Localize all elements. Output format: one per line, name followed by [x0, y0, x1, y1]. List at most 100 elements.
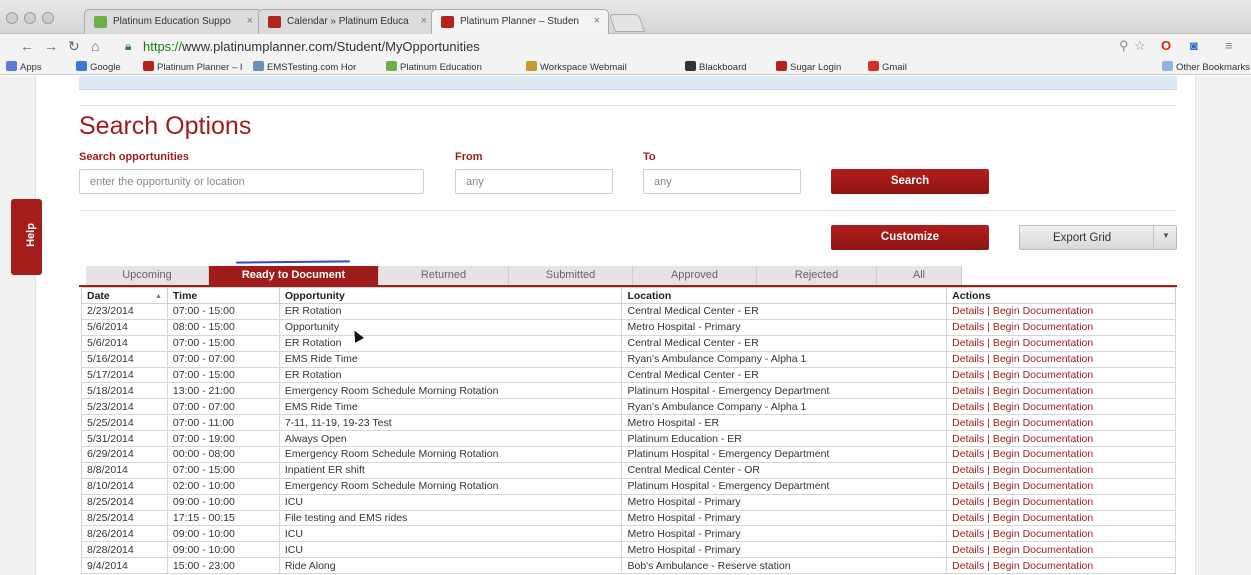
- extension-icon[interactable]: ◙: [1190, 38, 1198, 53]
- row-actions-links[interactable]: Details | Begin Documentation: [952, 433, 1093, 445]
- column-header-opportunity[interactable]: Opportunity: [278, 287, 623, 304]
- browser-tab-calendar[interactable]: Calendar » Platinum Educa ×: [258, 9, 436, 34]
- bookmark-workspace-webmail[interactable]: Workspace Webmail: [526, 61, 627, 73]
- cell-opportunity: Emergency Room Schedule Morning Rotation: [278, 477, 623, 495]
- right-gutter: [1195, 76, 1251, 575]
- search-button[interactable]: Search: [831, 169, 989, 194]
- tab-close-icon[interactable]: ×: [421, 15, 427, 27]
- row-actions-links[interactable]: Details | Begin Documentation: [952, 401, 1093, 413]
- search-opportunities-label: Search opportunities: [79, 151, 190, 163]
- to-date-input[interactable]: any: [643, 169, 801, 194]
- row-actions-links[interactable]: Details | Begin Documentation: [952, 480, 1093, 492]
- left-gutter: [0, 76, 36, 575]
- grid-tabs: Upcoming Ready to Document Returned Subm…: [86, 266, 962, 285]
- row-actions-links[interactable]: Details | Begin Documentation: [952, 496, 1093, 508]
- tab-rejected[interactable]: Rejected: [757, 266, 877, 285]
- opportunities-grid: Date ▲ Time Opportunity Location Actions …: [81, 287, 1176, 575]
- table-row: 5/17/2014 07:00 - 15:00 ER Rotation Central…: [81, 366, 1176, 384]
- row-actions-links[interactable]: Details | Begin Documentation: [952, 448, 1093, 460]
- zoom-icon[interactable]: ⚲: [1119, 38, 1129, 54]
- cell-actions: Details | Begin Documentation: [946, 430, 1176, 448]
- row-actions-links[interactable]: Details | Begin Documentation: [952, 464, 1093, 476]
- cell-actions: Details | Begin Documentation: [946, 493, 1176, 511]
- tab-approved[interactable]: Approved: [633, 266, 757, 285]
- tab-returned[interactable]: Returned: [379, 266, 509, 285]
- cell-date: 5/6/2014: [81, 318, 168, 336]
- cell-location: Metro Hospital - ER: [621, 414, 948, 432]
- export-grid-button[interactable]: Export Grid ▼: [1019, 225, 1177, 250]
- bookmark-platinum-education[interactable]: Platinum Education: [386, 61, 482, 73]
- cell-location: Platinum Education - ER: [621, 430, 948, 448]
- table-row: 8/28/2014 09:00 - 10:00 ICU Metro Hospital …: [81, 541, 1176, 559]
- row-actions-links[interactable]: Details | Begin Documentation: [952, 560, 1093, 572]
- button-separator: [1153, 226, 1154, 249]
- tab-upcoming[interactable]: Upcoming: [86, 266, 209, 285]
- cell-opportunity: Emergency Room Schedule Morning Rotation: [278, 446, 623, 463]
- cell-time: 13:00 - 21:00: [166, 382, 280, 400]
- reload-icon[interactable]: ↻: [68, 38, 80, 55]
- bookmark-google[interactable]: Google: [76, 61, 121, 73]
- tab-favicon-icon: [441, 16, 454, 28]
- cell-date: 5/18/2014: [81, 382, 168, 400]
- customize-button[interactable]: Customize: [831, 225, 989, 250]
- cell-location: Ryan's Ambulance Company - Alpha 1: [621, 398, 948, 416]
- cell-actions: Details | Begin Documentation: [946, 541, 1176, 559]
- row-actions-links[interactable]: Details | Begin Documentation: [952, 544, 1093, 556]
- cell-opportunity: EMS Ride Time: [278, 350, 623, 368]
- zoom-window-button[interactable]: [42, 12, 54, 24]
- row-actions-links[interactable]: Details | Begin Documentation: [952, 321, 1093, 333]
- bookmark-apps[interactable]: Apps: [6, 61, 42, 73]
- cell-opportunity: Inpatient ER shift: [278, 461, 623, 479]
- column-header-date[interactable]: Date ▲: [81, 287, 168, 304]
- cell-time: 07:00 - 15:00: [166, 366, 280, 384]
- column-header-location[interactable]: Location: [621, 287, 948, 304]
- row-actions-links[interactable]: Details | Begin Documentation: [952, 385, 1093, 397]
- tab-submitted[interactable]: Submitted: [509, 266, 633, 285]
- star-icon[interactable]: ☆: [1134, 38, 1146, 54]
- google-icon: [76, 61, 87, 71]
- bookmark-gmail[interactable]: Gmail: [868, 61, 907, 73]
- address-bar[interactable]: 🔒︎ https://www.platinumplanner.com/Stude…: [123, 37, 1183, 57]
- search-opportunities-input[interactable]: enter the opportunity or location: [79, 169, 424, 194]
- row-actions-links[interactable]: Details | Begin Documentation: [952, 512, 1093, 524]
- export-grid-label: Export Grid: [1053, 232, 1112, 244]
- table-row: 8/10/2014 02:00 - 10:00 Emergency Room Sch…: [81, 477, 1176, 495]
- bookmark-blackboard[interactable]: Blackboard: [685, 61, 747, 73]
- row-actions-links[interactable]: Details | Begin Documentation: [952, 337, 1093, 349]
- tab-close-icon[interactable]: ×: [594, 15, 600, 27]
- help-tab[interactable]: Help: [11, 199, 42, 275]
- bookmark-sugar-login[interactable]: Sugar Login: [776, 61, 841, 73]
- bookmark-emstesting[interactable]: EMSTesting.com Hor: [253, 61, 356, 73]
- tab-ready-to-document[interactable]: Ready to Document: [209, 266, 379, 285]
- back-arrow-icon[interactable]: ←: [20, 38, 34, 54]
- row-actions-links[interactable]: Details | Begin Documentation: [952, 369, 1093, 381]
- cell-actions: Details | Begin Documentation: [946, 509, 1176, 527]
- cell-time: 15:00 - 23:00: [166, 557, 280, 575]
- sort-icon[interactable]: ▲: [155, 293, 162, 300]
- bookmark-platinum-planner[interactable]: Platinum Planner – I: [143, 61, 243, 73]
- tab-close-icon[interactable]: ×: [247, 15, 253, 27]
- row-actions-links[interactable]: Details | Begin Documentation: [952, 305, 1093, 317]
- cell-actions: Details | Begin Documentation: [946, 303, 1176, 320]
- new-tab-button[interactable]: [608, 14, 646, 32]
- forward-arrow-icon[interactable]: →: [44, 38, 58, 54]
- webmail-icon: [526, 61, 537, 71]
- cell-date: 9/4/2014: [81, 557, 168, 575]
- menu-icon[interactable]: ≡: [1225, 38, 1233, 53]
- home-icon[interactable]: ⌂: [91, 38, 99, 54]
- row-actions-links[interactable]: Details | Begin Documentation: [952, 353, 1093, 365]
- row-actions-links[interactable]: Details | Begin Documentation: [952, 528, 1093, 540]
- dropdown-caret-icon[interactable]: ▼: [1162, 231, 1170, 240]
- minimize-window-button[interactable]: [24, 12, 36, 24]
- tab-all[interactable]: All: [877, 266, 962, 285]
- cell-actions: Details | Begin Documentation: [946, 318, 1176, 336]
- browser-tab-platinum-planner[interactable]: Platinum Planner – Studen ×: [431, 9, 609, 34]
- row-actions-links[interactable]: Details | Begin Documentation: [952, 417, 1093, 429]
- bookmark-other[interactable]: Other Bookmarks: [1162, 61, 1250, 73]
- from-date-input[interactable]: any: [455, 169, 613, 194]
- column-header-time[interactable]: Time: [166, 287, 280, 304]
- close-window-button[interactable]: [6, 12, 18, 24]
- browser-tab-platinum-education[interactable]: Platinum Education Suppo ×: [84, 9, 262, 34]
- opera-icon[interactable]: O: [1161, 38, 1171, 53]
- cell-opportunity: Emergency Room Schedule Morning Rotation: [278, 382, 623, 400]
